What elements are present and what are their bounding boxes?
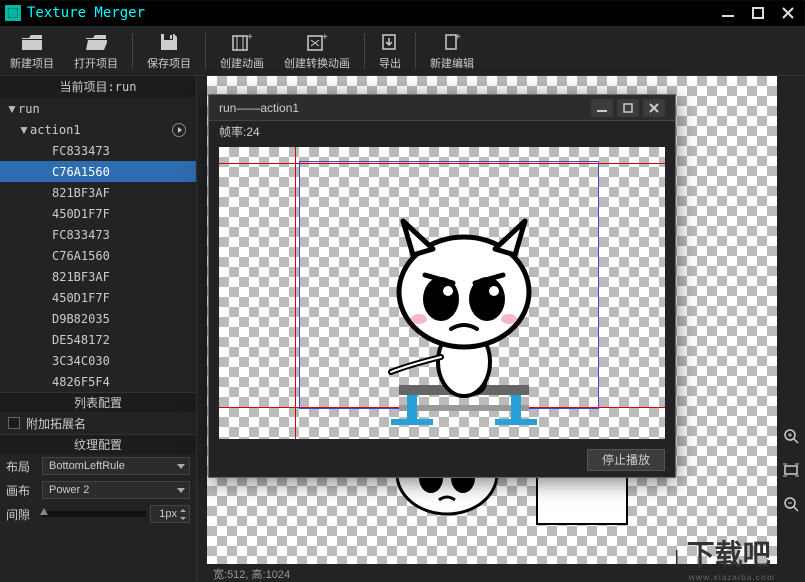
save-icon: [159, 31, 179, 53]
tree-frame[interactable]: 450D1F7F: [0, 203, 196, 224]
toolbar-label: 保存项目: [147, 55, 191, 71]
new-edit-button[interactable]: + 新建编辑: [420, 26, 484, 75]
play-icon[interactable]: [172, 123, 186, 137]
preview-canvas[interactable]: [219, 147, 665, 439]
watermark: ↓ 下载吧 www.xiazaiba.com: [669, 533, 775, 582]
svg-text:+: +: [322, 32, 328, 43]
export-icon: [380, 31, 400, 53]
preview-window: run——action1 帧率:24: [208, 94, 676, 478]
canvas-status: 宽:512, 高:1024: [207, 566, 296, 582]
main-toolbar: 新建项目 打开项目 保存项目 + 创建动画 + 创建转换动画 导出 + 新建编辑: [0, 26, 805, 76]
toolbar-label: 导出: [379, 55, 401, 71]
preview-title: run——action1: [219, 101, 299, 115]
minimize-button[interactable]: [716, 3, 740, 23]
tree-frame[interactable]: FC833473: [0, 224, 196, 245]
maximize-button[interactable]: [746, 3, 770, 23]
checkbox-icon[interactable]: [8, 417, 20, 429]
close-button[interactable]: [776, 3, 800, 23]
character-sprite: [349, 207, 569, 427]
preview-close-button[interactable]: [643, 99, 665, 117]
zoom-in-button[interactable]: [781, 426, 801, 446]
tree-frame[interactable]: 450D1F7F: [0, 287, 196, 308]
app-title: Texture Merger: [27, 5, 710, 21]
preview-minimize-button[interactable]: [591, 99, 613, 117]
stop-play-button[interactable]: 停止播放: [587, 449, 665, 471]
tree-frame[interactable]: C76A1560: [0, 245, 196, 266]
layout-dropdown[interactable]: BottomLeftRule: [42, 457, 190, 475]
chevron-down-icon: [177, 488, 185, 493]
toolbar-label: 打开项目: [74, 55, 118, 71]
tree-frame[interactable]: 821BF3AF: [0, 182, 196, 203]
svg-text:+: +: [247, 32, 253, 43]
gap-slider[interactable]: [42, 511, 146, 517]
stepper-up-icon[interactable]: [178, 506, 188, 514]
tree-frame[interactable]: D9B82035: [0, 308, 196, 329]
list-config-header: 列表配置: [0, 392, 196, 412]
tree-frame[interactable]: 821BF3AF: [0, 266, 196, 287]
app-logo-icon: [5, 5, 21, 21]
zoom-out-button[interactable]: [781, 494, 801, 514]
tree-frame[interactable]: C76A1560: [0, 161, 196, 182]
new-project-button[interactable]: 新建项目: [0, 26, 64, 75]
folder-plus-icon: [21, 31, 43, 53]
toolbar-label: 新建项目: [10, 55, 54, 71]
canvas-dropdown[interactable]: Power 2: [42, 481, 190, 499]
gap-label: 间隙: [6, 506, 38, 523]
create-anim-button[interactable]: + 创建动画: [210, 26, 274, 75]
tree-frame[interactable]: FC833473: [0, 140, 196, 161]
layout-label: 布局: [6, 458, 38, 475]
anim-convert-icon: +: [306, 31, 328, 53]
toolbar-label: 创建转换动画: [284, 55, 350, 71]
folder-open-icon: [85, 31, 107, 53]
anim-plus-icon: +: [231, 31, 253, 53]
canvas-value: Power 2: [49, 484, 89, 496]
export-button[interactable]: 导出: [369, 26, 411, 75]
tree-animation[interactable]: ▼action1: [0, 119, 196, 140]
tree-root[interactable]: ▼run: [0, 98, 196, 119]
toolbar-label: 创建动画: [220, 55, 264, 71]
tree-frame[interactable]: 4826F5F4: [0, 371, 196, 392]
layout-value: BottomLeftRule: [49, 460, 125, 472]
save-project-button[interactable]: 保存项目: [137, 26, 201, 75]
doc-plus-icon: +: [442, 31, 462, 53]
open-project-button[interactable]: 打开项目: [64, 26, 128, 75]
append-ext-label: 附加拓展名: [26, 415, 86, 432]
chevron-down-icon: [177, 464, 185, 469]
create-trans-anim-button[interactable]: + 创建转换动画: [274, 26, 360, 75]
project-tree[interactable]: ▼run▼action1FC833473C76A1560821BF3AF450D…: [0, 98, 196, 392]
left-panel: 当前项目:run ▼run▼action1FC833473C76A1560821…: [0, 76, 197, 582]
stepper-down-icon[interactable]: [178, 514, 188, 522]
gap-value-input[interactable]: 1px: [150, 505, 190, 523]
current-project-label: 当前项目:run: [0, 76, 196, 98]
tree-frame[interactable]: DE548172: [0, 329, 196, 350]
preview-maximize-button[interactable]: [617, 99, 639, 117]
canvas-label: 画布: [6, 482, 38, 499]
fps-display: 帧率:24: [209, 121, 675, 143]
toolbar-label: 新建编辑: [430, 55, 474, 71]
svg-text:+: +: [455, 32, 461, 43]
tree-frame[interactable]: 3C34C030: [0, 350, 196, 371]
append-ext-checkbox-row[interactable]: 附加拓展名: [0, 412, 196, 434]
texture-config-header: 纹理配置: [0, 434, 196, 454]
fit-button[interactable]: [781, 460, 801, 480]
